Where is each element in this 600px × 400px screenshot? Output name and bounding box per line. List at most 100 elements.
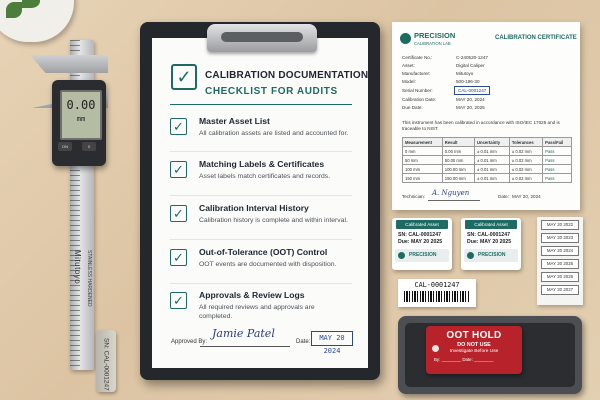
table-cell: 50 mm — [402, 155, 443, 165]
barcode-text: CAL-0001247 — [414, 281, 460, 289]
checklist-item-heading: Master Asset List — [199, 116, 270, 126]
cert-field-value: Mitutoyo — [456, 71, 474, 76]
barcode-icon — [404, 291, 470, 302]
checklist-item-heading: Out-of-Tolerance (OOT) Control — [199, 247, 328, 257]
table-cell: 150 mm — [402, 173, 443, 183]
precision-logo-icon — [398, 252, 405, 259]
checklist-title: CALIBRATION DOCUMENTATION — [205, 70, 369, 81]
table-cell: 100.00 mm — [441, 164, 476, 174]
approved-by-label: Approved By: — [171, 339, 208, 345]
asset-label-sn: SN: CAL-0001247 — [398, 232, 441, 238]
caliper-unit: mm — [76, 115, 86, 123]
table-header: Uncertainty — [474, 137, 510, 147]
table-cell: 0.00 mm — [441, 146, 476, 156]
table-cell: ± 0.01 mm — [474, 155, 510, 165]
table-row: 100 mm 100.00 mm ± 0.01 mm ± 0.02 mm Pas… — [402, 164, 572, 174]
cert-field-value: MAY 20, 2025 — [456, 105, 485, 110]
table-header: Result — [441, 137, 476, 147]
checklist-item-desc: All calibration assets are listed and ac… — [199, 130, 349, 137]
asset-label-brand: PRECISION — [464, 249, 518, 262]
date-stamp: MAY 20 2024 — [311, 331, 353, 355]
technician-label: Technician: — [402, 194, 425, 199]
table-cell: ± 0.02 mm — [508, 173, 544, 183]
table-cell: 150.00 mm — [441, 173, 476, 183]
caliper-brand: Mitutoyo — [73, 250, 82, 285]
technician-signature: A. Nguyen — [432, 189, 470, 197]
cert-field-label: Calibration Date: — [402, 97, 437, 102]
table-cell: ± 0.01 mm — [474, 146, 510, 156]
checkmark-icon: ✓ — [171, 64, 197, 90]
date-sticker: MAY 20 2027 — [541, 285, 579, 295]
signature: Jamie Patel — [212, 327, 275, 340]
checkbox-checked-icon[interactable]: ✓ — [170, 205, 187, 222]
oot-line3: Investigate Before Use — [449, 349, 499, 354]
due-date-strip: MAY 20 2022 MAY 20 2023 MAY 20 2024 MAY … — [537, 217, 583, 305]
checkbox-checked-icon[interactable]: ✓ — [170, 161, 187, 178]
asset-label-brand-text: PRECISION — [409, 252, 437, 258]
caliper-button-zero[interactable]: 0 — [82, 142, 96, 151]
checklist-item-desc: Calibration history is complete and with… — [199, 217, 348, 224]
table-header: Measurement — [402, 137, 443, 147]
cert-field-label: Certificate No.: — [402, 55, 433, 60]
caliper-reading: 0.00 — [66, 98, 96, 112]
table-cell: Pass — [542, 164, 572, 174]
cert-field-value: 500-196-30 — [456, 79, 480, 84]
divider — [170, 283, 352, 284]
oot-by-text: By: ________ — [434, 357, 462, 362]
divider — [170, 104, 352, 105]
asset-label: Calibrated Asset SN: CAL-0001247 Due: MA… — [461, 218, 521, 270]
barcode-label: CAL-0001247 — [398, 279, 476, 307]
date-sticker: MAY 20 2023 — [541, 233, 579, 243]
checklist-item-heading: Matching Labels & Certificates — [199, 159, 325, 169]
cert-field-label: Asset: — [402, 63, 415, 68]
checkbox-checked-icon[interactable]: ✓ — [170, 292, 187, 309]
asset-label-header: Calibrated Asset — [465, 220, 517, 229]
divider — [170, 239, 352, 240]
divider — [170, 195, 352, 196]
cert-field-value: MAY 20, 2024 — [456, 97, 485, 102]
cert-field-value: C-240520-1247 — [456, 55, 488, 60]
cert-field-value: Digital Caliper — [456, 63, 485, 68]
date-sticker: MAY 20 2025 — [541, 259, 579, 269]
cert-date-value: MAY 20, 2024 — [512, 194, 541, 199]
cert-brand: PRECISION — [414, 31, 456, 40]
checkbox-checked-icon[interactable]: ✓ — [170, 118, 187, 135]
table-cell: 100 mm — [402, 164, 443, 174]
date-sticker: MAY 20 2022 — [541, 220, 579, 230]
asset-label-due: Due: MAY 20 2025 — [398, 239, 443, 245]
cert-title: CALIBRATION CERTIFICATE — [495, 35, 577, 41]
table-cell: 0 mm — [402, 146, 443, 156]
serial-tag-text: SN: CAL-0001247 — [102, 338, 110, 391]
cert-field-label: Model: — [402, 79, 416, 84]
table-cell: ± 0.02 mm — [508, 155, 544, 165]
date-sticker: MAY 20 2026 — [541, 272, 579, 282]
oot-by: By: ________ Date: ________ — [426, 357, 522, 362]
tag-hole — [432, 345, 439, 352]
serial-tag: SN: CAL-0001247 — [96, 330, 116, 392]
signature-line — [200, 346, 290, 347]
checklist-item-desc: OOT events are documented with dispositi… — [199, 261, 337, 268]
caliper-button-on[interactable]: ON — [58, 142, 72, 151]
signature-line — [428, 200, 480, 201]
asset-label-header: Calibrated Asset — [396, 220, 448, 229]
checklist-item-desc: All required reviews and approvals are c… — [199, 304, 315, 320]
plant-pot — [0, 0, 74, 42]
divider — [170, 151, 352, 152]
date-label: Date: — [296, 339, 311, 345]
table-row: 0 mm 0.00 mm ± 0.01 mm ± 0.02 mm Pass — [402, 146, 572, 156]
caliper-jaw — [30, 55, 108, 73]
checklist-item-heading: Calibration Interval History — [199, 203, 309, 213]
precision-logo-icon — [400, 33, 411, 44]
checkbox-checked-icon[interactable]: ✓ — [170, 249, 187, 266]
asset-label-sn: SN: CAL-0001247 — [467, 232, 510, 238]
table-cell: 50.00 mm — [441, 155, 476, 165]
asset-label: Calibrated Asset SN: CAL-0001247 Due: MA… — [392, 218, 452, 270]
table-row: 150 mm 150.00 mm ± 0.01 mm ± 0.02 mm Pas… — [402, 173, 572, 183]
asset-label-brand: PRECISION — [395, 249, 449, 262]
oot-date-text: Date: ________ — [462, 357, 494, 362]
table-header: Pass/Fail — [542, 137, 572, 147]
table-header: Tolerances — [508, 137, 544, 147]
cert-serial-stamp: CAL-0001247 — [454, 86, 491, 95]
cert-date-label: Date: — [498, 194, 509, 199]
clipboard-clip — [207, 24, 317, 52]
